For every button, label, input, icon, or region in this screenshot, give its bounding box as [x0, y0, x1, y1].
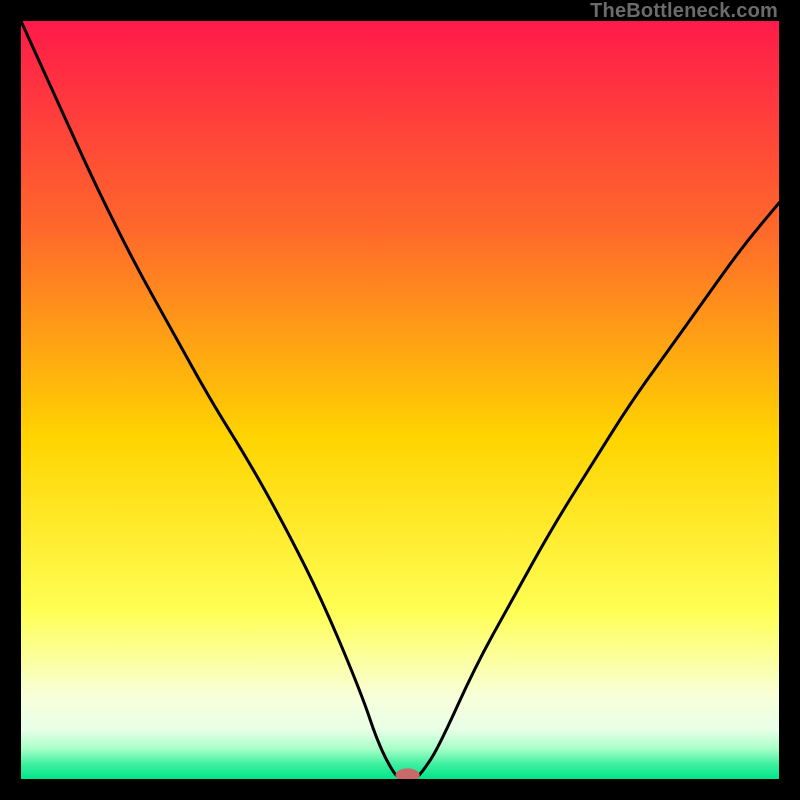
optimal-marker: [396, 768, 420, 779]
attribution-label: TheBottleneck.com: [590, 0, 778, 23]
plot-area: [21, 21, 779, 779]
chart-frame: TheBottleneck.com: [0, 0, 800, 800]
bottleneck-curve: [21, 21, 779, 779]
